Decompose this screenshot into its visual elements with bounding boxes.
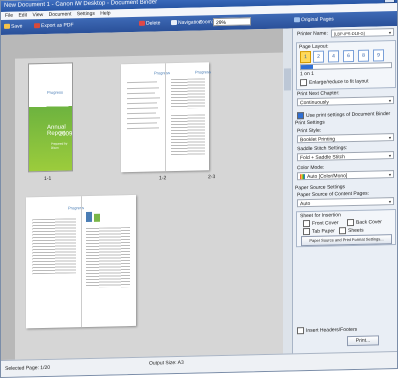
cover-year: 2009 [59,131,73,138]
insert-headers-checkbox[interactable]: Insert Headers/Footers [297,326,357,335]
use-print-settings-checkbox[interactable]: Use print settings of Document Binder [297,110,390,120]
layout-scrollbar[interactable] [300,62,392,71]
layout-1-icon[interactable]: 1 [300,50,311,64]
window-title: New Document 1 - Canon iW Desktop - Docu… [4,0,158,9]
save-button[interactable]: Save [4,23,22,30]
delete-button[interactable]: Delete [139,20,160,27]
pdf-icon [34,23,40,29]
text-line [127,102,157,105]
print-button[interactable]: Print... [347,335,379,347]
text-line [127,127,159,130]
text-line [127,117,160,120]
back-cover-checkbox[interactable]: Back Cover [347,218,382,227]
save-icon [4,23,10,30]
scrollbar-thumb[interactable] [301,64,313,70]
checkbox-icon [303,227,310,236]
color-mode-select[interactable]: Auto [Color/Mono] [297,170,394,181]
checkbox-icon [297,327,304,335]
page-logo: Progress [154,70,171,76]
checkbox-icon [339,227,346,235]
page-spread[interactable]: Progress [26,194,136,329]
printer-name-label: Printer Name: [297,30,328,38]
print-chapter-label: Print Next Chapter: [297,90,340,98]
color-icon [300,174,305,180]
paper-source-select[interactable]: Auto [297,197,394,208]
checkbox-icon [347,218,354,227]
print-style-select[interactable]: Booklet Printing [297,133,394,144]
chart-thumbnail [94,213,100,222]
text-block [171,78,205,110]
tab-paper-checkbox[interactable]: Tab Paper [303,227,335,236]
cover-subtitle: Prepared by Dixon [51,141,68,150]
text-block [86,227,130,289]
text-line [127,112,156,115]
page-logo: Progress [195,69,212,75]
paper-source-format-button[interactable]: Paper Source and Print Format Settings..… [301,234,392,247]
layout-8-icon[interactable]: 8 [358,49,369,62]
text-line [127,81,157,84]
menu-settings[interactable]: Settings [77,11,95,17]
navigation-icon [171,20,177,26]
zoom-select[interactable]: 29% [213,17,251,27]
checkbox-checked-icon [297,112,304,120]
delete-icon [139,20,145,27]
pages-icon [294,17,300,23]
text-line [127,92,155,95]
front-cover-checkbox[interactable]: Front Cover [303,219,338,228]
page-fold [81,196,82,328]
sheet-insertion-section: Sheet for Insertion Front Cover Back Cov… [296,209,396,248]
page-label: 1-1 [44,175,52,183]
color-mode-label: Color Mode: [297,164,325,172]
menu-edit[interactable]: Edit [18,12,27,18]
layout-4-icon[interactable]: 4 [328,50,339,63]
menu-file[interactable]: File [5,13,13,19]
print-style-label: Print Style: [297,127,322,135]
menu-view[interactable]: View [32,12,43,18]
page-label: 1-2 [159,175,167,182]
sheets-checkbox[interactable]: Sheets [339,227,364,235]
chart-thumbnail [86,211,92,223]
selected-page-status: Selected Page: 1/20 [5,364,51,372]
layout-6-icon[interactable]: 6 [343,49,354,63]
app-window: New Document 1 - Canon iW Desktop - Docu… [0,0,398,379]
text-block [32,218,76,275]
checkbox-icon [303,219,310,228]
paper-source-settings-heading: Paper Source Settings [295,184,346,192]
print-settings-panel: Printer Name: [LBP-IPS-D18-G] Sisters_Co… [292,25,398,355]
page-layout-label: Page Layout: [299,43,329,51]
navigation-button[interactable]: Navigation [171,19,202,27]
cover-page[interactable]: Progress Annual Report 2009 Prepared by … [28,62,73,173]
page-fold [165,63,166,172]
text-line [127,107,158,110]
text-line [127,97,160,100]
export-pdf-button[interactable]: Export as PDF [34,22,74,30]
layout-9-icon[interactable]: 9 [373,49,384,62]
zoom-label: Zoom: [199,19,214,26]
saddle-stitch-label: Saddle Stitch Settings: [297,145,348,153]
page-layout-section: Page Layout: 1 2 4 6 8 9 1 on 1 Enlarge/… [296,40,396,91]
page-spread[interactable]: Progress Progress [121,62,212,173]
printer-name-select[interactable]: [LBP-IPS-D18-G] Sisters_Colour_L86] [331,28,394,38]
menu-help[interactable]: Help [100,10,110,16]
original-pages-button[interactable]: Original Pages [294,16,334,24]
sheet-insertion-label: Sheet for Insertion [300,212,341,220]
page-label: 2-3 [208,174,216,181]
print-chapter-select[interactable]: Continuously [297,96,394,107]
print-settings-heading: Print Settings [295,119,325,127]
menu-document[interactable]: Document [49,11,72,18]
text-line [127,122,157,125]
checkbox-icon [300,79,307,87]
vertical-scrollbar[interactable] [283,28,292,355]
scrollbar-thumb[interactable] [284,68,291,91]
text-block [171,114,205,156]
cover-logo: Progress [47,89,64,95]
output-size-status: Output Size: A3 [149,359,184,367]
text-line [127,87,159,90]
layout-value: 1 on 1 [300,70,314,78]
enlarge-reduce-checkbox[interactable]: Enlarge/reduce to fit layout [300,78,368,87]
saddle-stitch-select[interactable]: Fold + Saddle Stitch [297,151,394,162]
layout-2-icon[interactable]: 2 [313,50,324,63]
